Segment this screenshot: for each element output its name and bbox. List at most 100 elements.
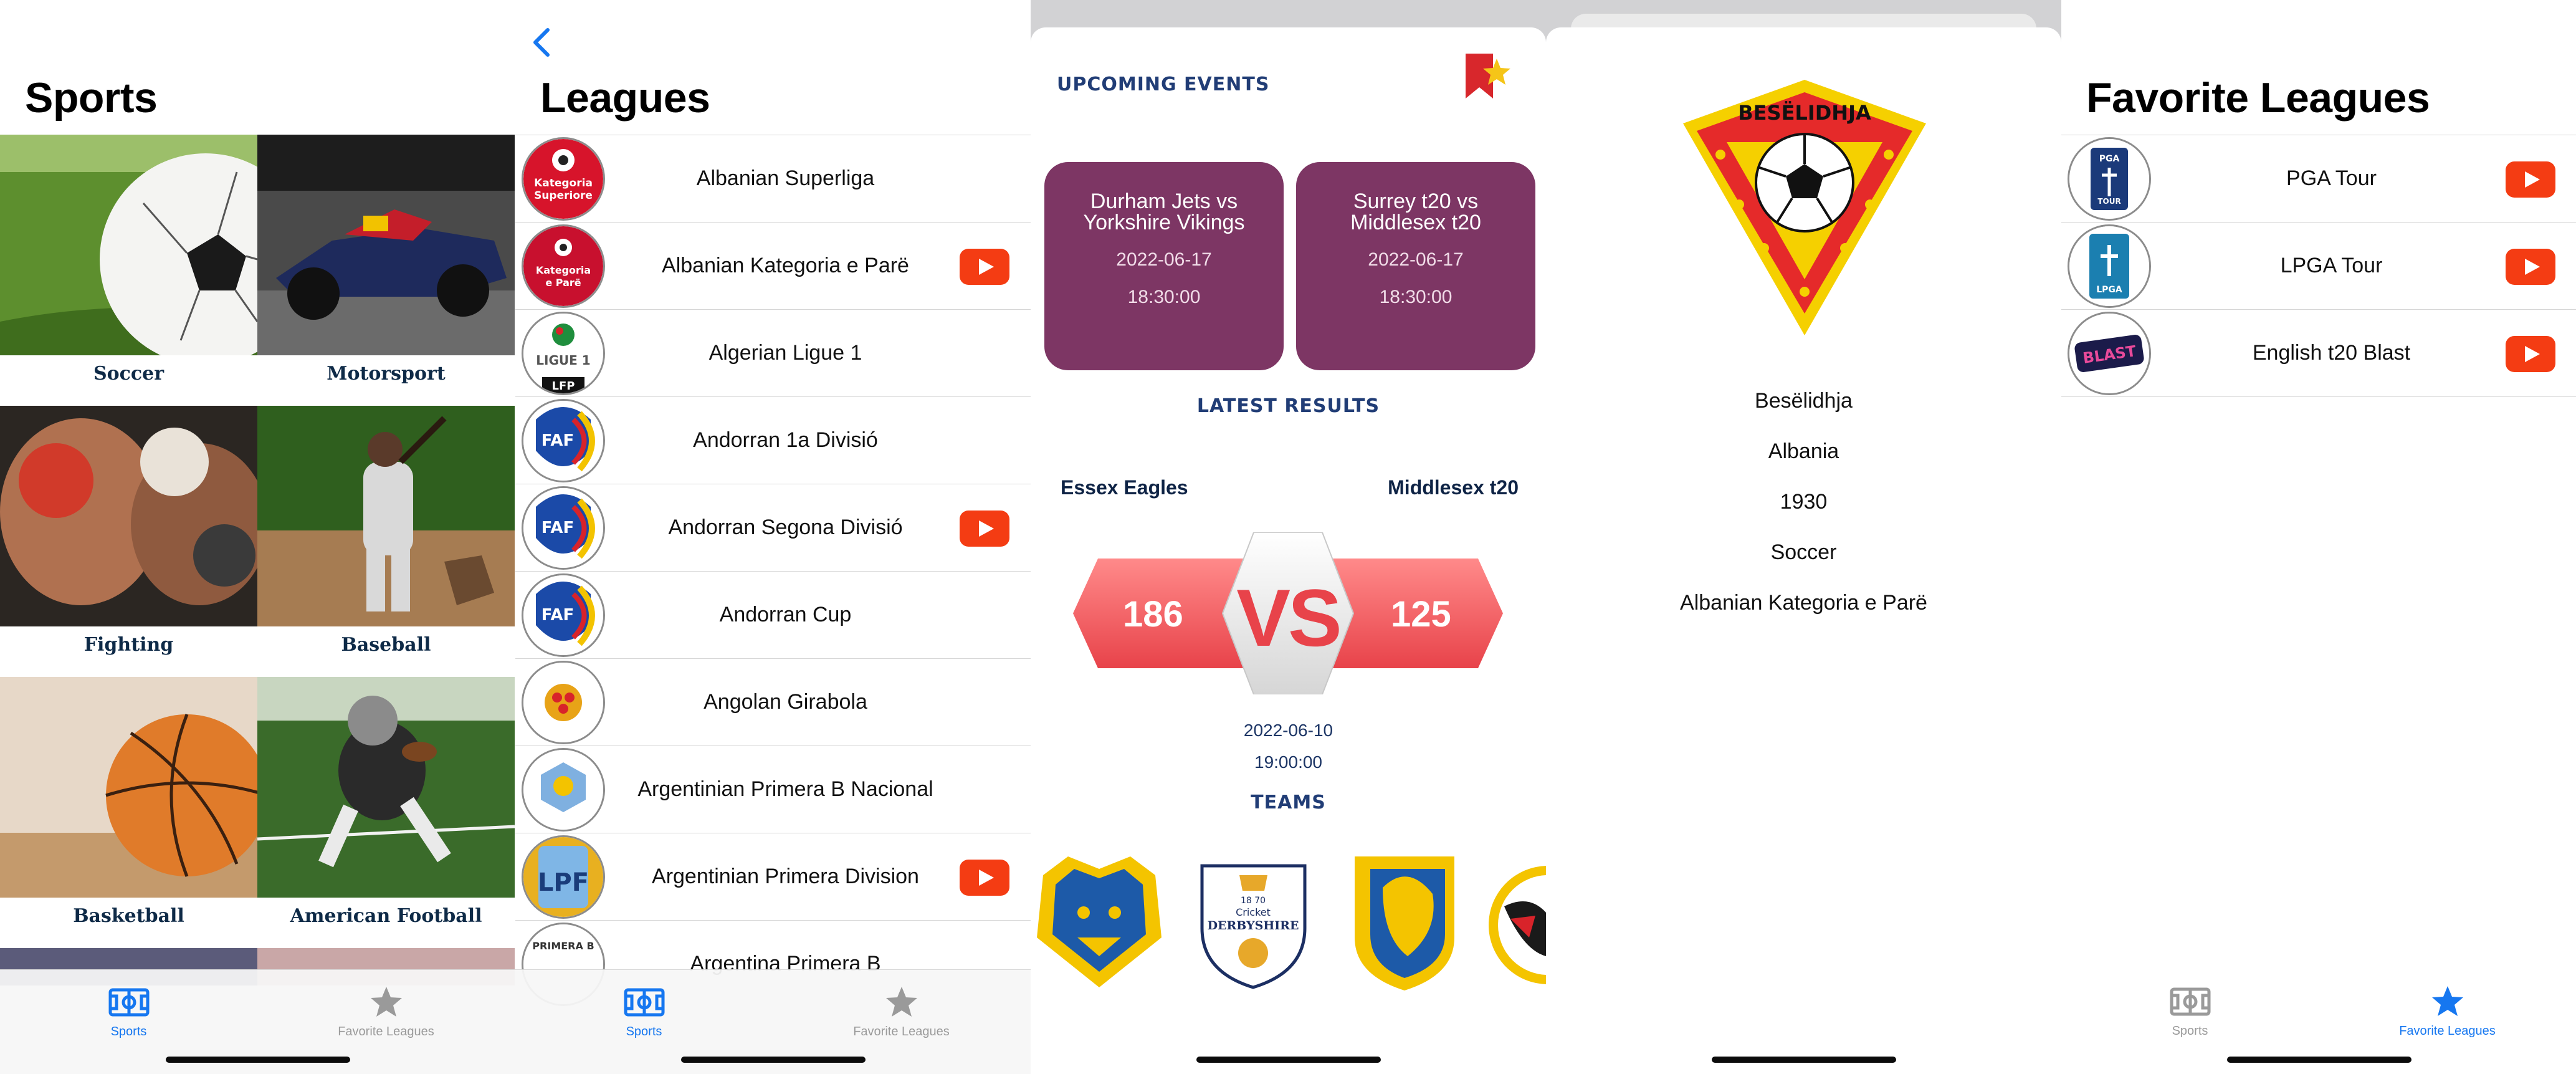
tab-sports[interactable]: Sports bbox=[515, 984, 773, 1039]
american-football-image bbox=[257, 677, 515, 898]
league-logo: FAF bbox=[522, 399, 605, 482]
latest-results-title: LATEST RESULTS bbox=[1196, 395, 1380, 417]
svg-text:PRIMERA B: PRIMERA B bbox=[532, 940, 594, 952]
event-teams: Durham Jets vs Yorkshire Vikings bbox=[1083, 189, 1245, 234]
youtube-button[interactable] bbox=[960, 860, 1009, 896]
badge-years: 18 70 bbox=[1241, 896, 1266, 906]
tab-label: Favorite Leagues bbox=[853, 1025, 950, 1038]
score-banner: 186 125 VS bbox=[1073, 532, 1503, 694]
league-row[interactable]: LIGUE 1 LFP Algerian Ligue 1 bbox=[515, 309, 1031, 396]
event-card[interactable]: Durham Jets vs Yorkshire Vikings 2022-06… bbox=[1044, 162, 1284, 370]
youtube-button[interactable] bbox=[2506, 249, 2555, 285]
league-name: Albanian Kategoria e Parë bbox=[662, 254, 909, 277]
team-badge: BESËLIDHJA bbox=[1683, 80, 1926, 335]
teams-carousel[interactable]: 18 70 Cricket DERBYSHIRE bbox=[1031, 850, 1546, 1000]
event-date: 2022-06-17 bbox=[1368, 249, 1464, 270]
sport-card-american-football[interactable]: American Football bbox=[257, 677, 515, 948]
sports-screen: Sports Soccer Motorsport Fighting Baseba… bbox=[0, 0, 515, 1074]
star-icon bbox=[2431, 986, 2463, 1016]
league-row[interactable]: LPGA LPGA Tour bbox=[2061, 222, 2576, 309]
svg-text:e Parë: e Parë bbox=[545, 277, 581, 289]
svg-text:LFP: LFP bbox=[552, 380, 575, 393]
upcoming-events-title: UPCOMING EVENTS bbox=[1057, 74, 1270, 95]
league-row[interactable]: LPF Argentinian Primera Division bbox=[515, 833, 1031, 920]
league-logo: Kategoria Superiore bbox=[522, 137, 605, 221]
league-row[interactable]: BLAST English t20 Blast bbox=[2061, 309, 2576, 396]
home-score: 186 bbox=[1123, 594, 1183, 635]
sport-card-fighting[interactable]: Fighting bbox=[0, 406, 257, 677]
tab-favorite-leagues[interactable]: Favorite Leagues bbox=[2319, 983, 2576, 1038]
tab-label: Favorite Leagues bbox=[2399, 1024, 2496, 1038]
bear-crest-badge[interactable] bbox=[1031, 850, 1168, 994]
tab-bar: Sports Favorite Leagues bbox=[515, 969, 1031, 1074]
svg-text:FAF: FAF bbox=[541, 606, 575, 625]
lion-crest-badge[interactable] bbox=[1345, 850, 1464, 994]
youtube-button[interactable] bbox=[960, 511, 1009, 547]
favorite-leagues-list: PGA TOUR PGA Tour LPGA LPGA Tour BLAST E… bbox=[2061, 135, 2576, 397]
team-sport: Soccer bbox=[1770, 540, 1837, 564]
sport-label: Basketball bbox=[73, 905, 184, 927]
league-name: Algerian Ligue 1 bbox=[708, 341, 862, 365]
home-indicator bbox=[1196, 1057, 1381, 1063]
league-row[interactable]: Angolan Girabola bbox=[515, 658, 1031, 746]
tab-favorite-leagues[interactable]: Favorite Leagues bbox=[773, 984, 1030, 1039]
youtube-button[interactable] bbox=[960, 249, 1009, 285]
result-time: 19:00:00 bbox=[1254, 752, 1322, 772]
league-name: Andorran Cup bbox=[719, 603, 852, 626]
stadium-icon bbox=[2170, 987, 2210, 1016]
sport-card-basketball[interactable]: Basketball bbox=[0, 677, 257, 948]
team-league: Albanian Kategoria e Parë bbox=[1680, 591, 1927, 615]
league-row[interactable]: FAF Andorran Cup bbox=[515, 571, 1031, 658]
league-logo: LIGUE 1 LFP bbox=[522, 312, 605, 395]
league-name: Argentinian Primera B Nacional bbox=[637, 777, 933, 801]
sport-card-motorsport[interactable]: Motorsport bbox=[257, 135, 515, 406]
event-time: 18:30:00 bbox=[1379, 287, 1453, 307]
team-country: Albania bbox=[1768, 439, 1839, 463]
svg-text:LPGA: LPGA bbox=[2096, 285, 2122, 295]
tab-bar: Sports Favorite Leagues bbox=[2061, 969, 2576, 1074]
badge-sub: Cricket bbox=[1236, 906, 1271, 918]
sport-card-baseball[interactable]: Baseball bbox=[257, 406, 515, 677]
away-team-name: Middlesex t20 bbox=[1388, 476, 1519, 499]
eagle-crest-badge[interactable] bbox=[1486, 856, 1546, 994]
stadium-icon bbox=[624, 988, 664, 1017]
bookmark-star-icon[interactable] bbox=[1461, 51, 1517, 101]
youtube-button[interactable] bbox=[2506, 161, 2555, 198]
derbyshire-badge[interactable]: 18 70 Cricket DERBYSHIRE bbox=[1196, 853, 1311, 990]
back-chevron-icon[interactable] bbox=[529, 25, 554, 60]
tab-sports[interactable]: Sports bbox=[2061, 983, 2319, 1038]
league-logo: BLAST bbox=[2068, 312, 2151, 395]
team-name: Besëlidhja bbox=[1755, 389, 1853, 413]
tab-favorite-leagues[interactable]: Favorite Leagues bbox=[257, 984, 515, 1039]
leagues-screen: Leagues Kategoria Superiore Albanian Sup… bbox=[515, 0, 1031, 1074]
svg-text:PGA: PGA bbox=[2099, 154, 2120, 164]
home-indicator bbox=[2227, 1057, 2411, 1063]
tab-sports[interactable]: Sports bbox=[0, 984, 257, 1039]
soccer-image bbox=[0, 135, 257, 355]
sport-label: American Football bbox=[290, 905, 482, 927]
league-row[interactable]: FAF Andorran Segona Divisió bbox=[515, 484, 1031, 571]
event-teams: Surrey t20 vs Middlesex t20 bbox=[1350, 189, 1481, 234]
svg-text:Superiore: Superiore bbox=[534, 189, 593, 202]
youtube-button[interactable] bbox=[2506, 336, 2555, 372]
league-logo: FAF bbox=[522, 573, 605, 657]
league-row[interactable]: Argentinian Primera B Nacional bbox=[515, 746, 1031, 833]
svg-text:LPF: LPF bbox=[538, 868, 589, 897]
leagues-list: Kategoria Superiore Albanian Superliga K… bbox=[515, 135, 1031, 1007]
league-row[interactable]: Kategoria e Parë Albanian Kategoria e Pa… bbox=[515, 222, 1031, 309]
home-indicator bbox=[681, 1057, 866, 1063]
tab-label: Sports bbox=[110, 1025, 147, 1038]
svg-text:LIGUE 1: LIGUE 1 bbox=[536, 353, 590, 368]
league-row[interactable]: PGA TOUR PGA Tour bbox=[2061, 135, 2576, 222]
event-card[interactable]: Surrey t20 vs Middlesex t20 2022-06-17 1… bbox=[1296, 162, 1535, 370]
baseball-image bbox=[257, 406, 515, 626]
league-name: Argentinian Primera Division bbox=[652, 865, 919, 888]
team-sheet: BESËLIDHJA Besëlidhja Albania 1930 Socce… bbox=[1546, 27, 2061, 1074]
tab-label: Sports bbox=[2172, 1024, 2208, 1038]
basketball-image bbox=[0, 677, 257, 898]
league-logo: FAF bbox=[522, 486, 605, 570]
league-row[interactable]: FAF Andorran 1a Divisió bbox=[515, 396, 1031, 484]
sport-card-soccer[interactable]: Soccer bbox=[0, 135, 257, 406]
league-row[interactable]: Kategoria Superiore Albanian Superliga bbox=[515, 135, 1031, 222]
tab-bar: Sports Favorite Leagues bbox=[0, 969, 515, 1074]
